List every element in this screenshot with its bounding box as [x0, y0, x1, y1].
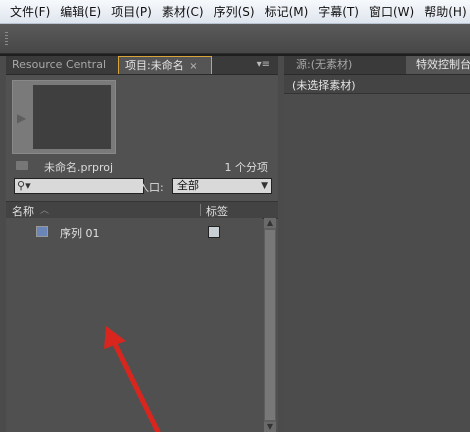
menu-project[interactable]: 项目(P)	[111, 3, 152, 20]
preview-area	[33, 85, 111, 149]
project-panel: Resource Central 项目:未命名 × ▾≡ ▶ 未命名.prpro…	[6, 56, 278, 432]
toolbar-strip	[0, 24, 470, 54]
entry-dropdown[interactable]: 全部 ▼	[172, 178, 272, 194]
menu-edit[interactable]: 编辑(E)	[60, 3, 101, 20]
menu-sequence[interactable]: 序列(S)	[214, 3, 255, 20]
tab-effect-controls[interactable]: 特效控制台	[406, 56, 470, 74]
scroll-down-icon[interactable]: ▼	[264, 422, 276, 432]
menu-clip[interactable]: 素材(C)	[162, 3, 204, 20]
play-icon[interactable]: ▶	[17, 111, 26, 125]
entry-value: 全部	[177, 179, 199, 192]
item-count: 1 个分项	[224, 161, 269, 174]
toolbar-grip-icon[interactable]	[5, 32, 8, 46]
tab-project[interactable]: 项目:未命名 ×	[118, 56, 212, 74]
project-info-row: 未命名.prproj 1 个分项	[14, 159, 276, 175]
project-item-list: 序列 01	[6, 218, 262, 432]
scroll-thumb[interactable]	[265, 230, 275, 420]
column-name[interactable]: 名称	[12, 203, 34, 219]
column-label[interactable]: 标签	[206, 203, 228, 219]
preview-thumbnail: ▶	[12, 80, 116, 154]
menu-bar: 文件(F) 编辑(E) 项目(P) 素材(C) 序列(S) 标记(M) 字幕(T…	[0, 0, 470, 24]
column-separator[interactable]	[200, 204, 201, 216]
chevron-down-icon: ▾	[25, 179, 31, 192]
sort-ascending-icon[interactable]: ︿	[40, 203, 49, 216]
menu-marker[interactable]: 标记(M)	[265, 3, 309, 20]
list-scrollbar[interactable]: ▲ ▼	[264, 218, 276, 432]
item-name: 序列 01	[60, 227, 100, 240]
menu-title[interactable]: 字幕(T)	[318, 3, 359, 20]
source-panel-tabs: 源:(无素材) 特效控制台	[284, 56, 470, 75]
search-input[interactable]: ⚲▾	[14, 178, 144, 194]
panel-menu-icon[interactable]: ▾≡	[257, 59, 270, 70]
menu-file[interactable]: 文件(F)	[10, 3, 50, 20]
effect-controls-header: (未选择素材)	[284, 75, 470, 94]
effect-controls-body	[284, 94, 470, 432]
project-file-name: 未命名.prproj	[44, 161, 114, 174]
menu-help[interactable]: 帮助(H)	[424, 3, 466, 20]
tab-resource-central[interactable]: Resource Central	[6, 56, 114, 74]
label-color-swatch[interactable]	[208, 226, 220, 238]
entry-label: 入口:	[138, 181, 164, 194]
close-icon[interactable]: ×	[189, 61, 197, 72]
search-row: ⚲▾ 入口: 全部 ▼	[14, 178, 276, 196]
column-header: 名称 ︿ 标签	[6, 201, 278, 219]
menu-window[interactable]: 窗口(W)	[369, 3, 414, 20]
tab-project-label: 项目:未命名	[125, 59, 184, 72]
sequence-icon	[36, 226, 48, 237]
folder-icon	[16, 161, 28, 170]
no-clip-selected-text: (未选择素材)	[292, 79, 356, 92]
tab-source[interactable]: 源:(无素材)	[296, 56, 352, 74]
source-panel: 源:(无素材) 特效控制台 (未选择素材)	[284, 56, 470, 432]
list-item[interactable]: 序列 01	[6, 223, 262, 241]
chevron-down-icon: ▼	[261, 181, 268, 191]
scroll-up-icon[interactable]: ▲	[264, 218, 276, 228]
search-icon: ⚲▾	[17, 179, 31, 192]
project-panel-tabs: Resource Central 项目:未命名 × ▾≡	[6, 56, 278, 75]
